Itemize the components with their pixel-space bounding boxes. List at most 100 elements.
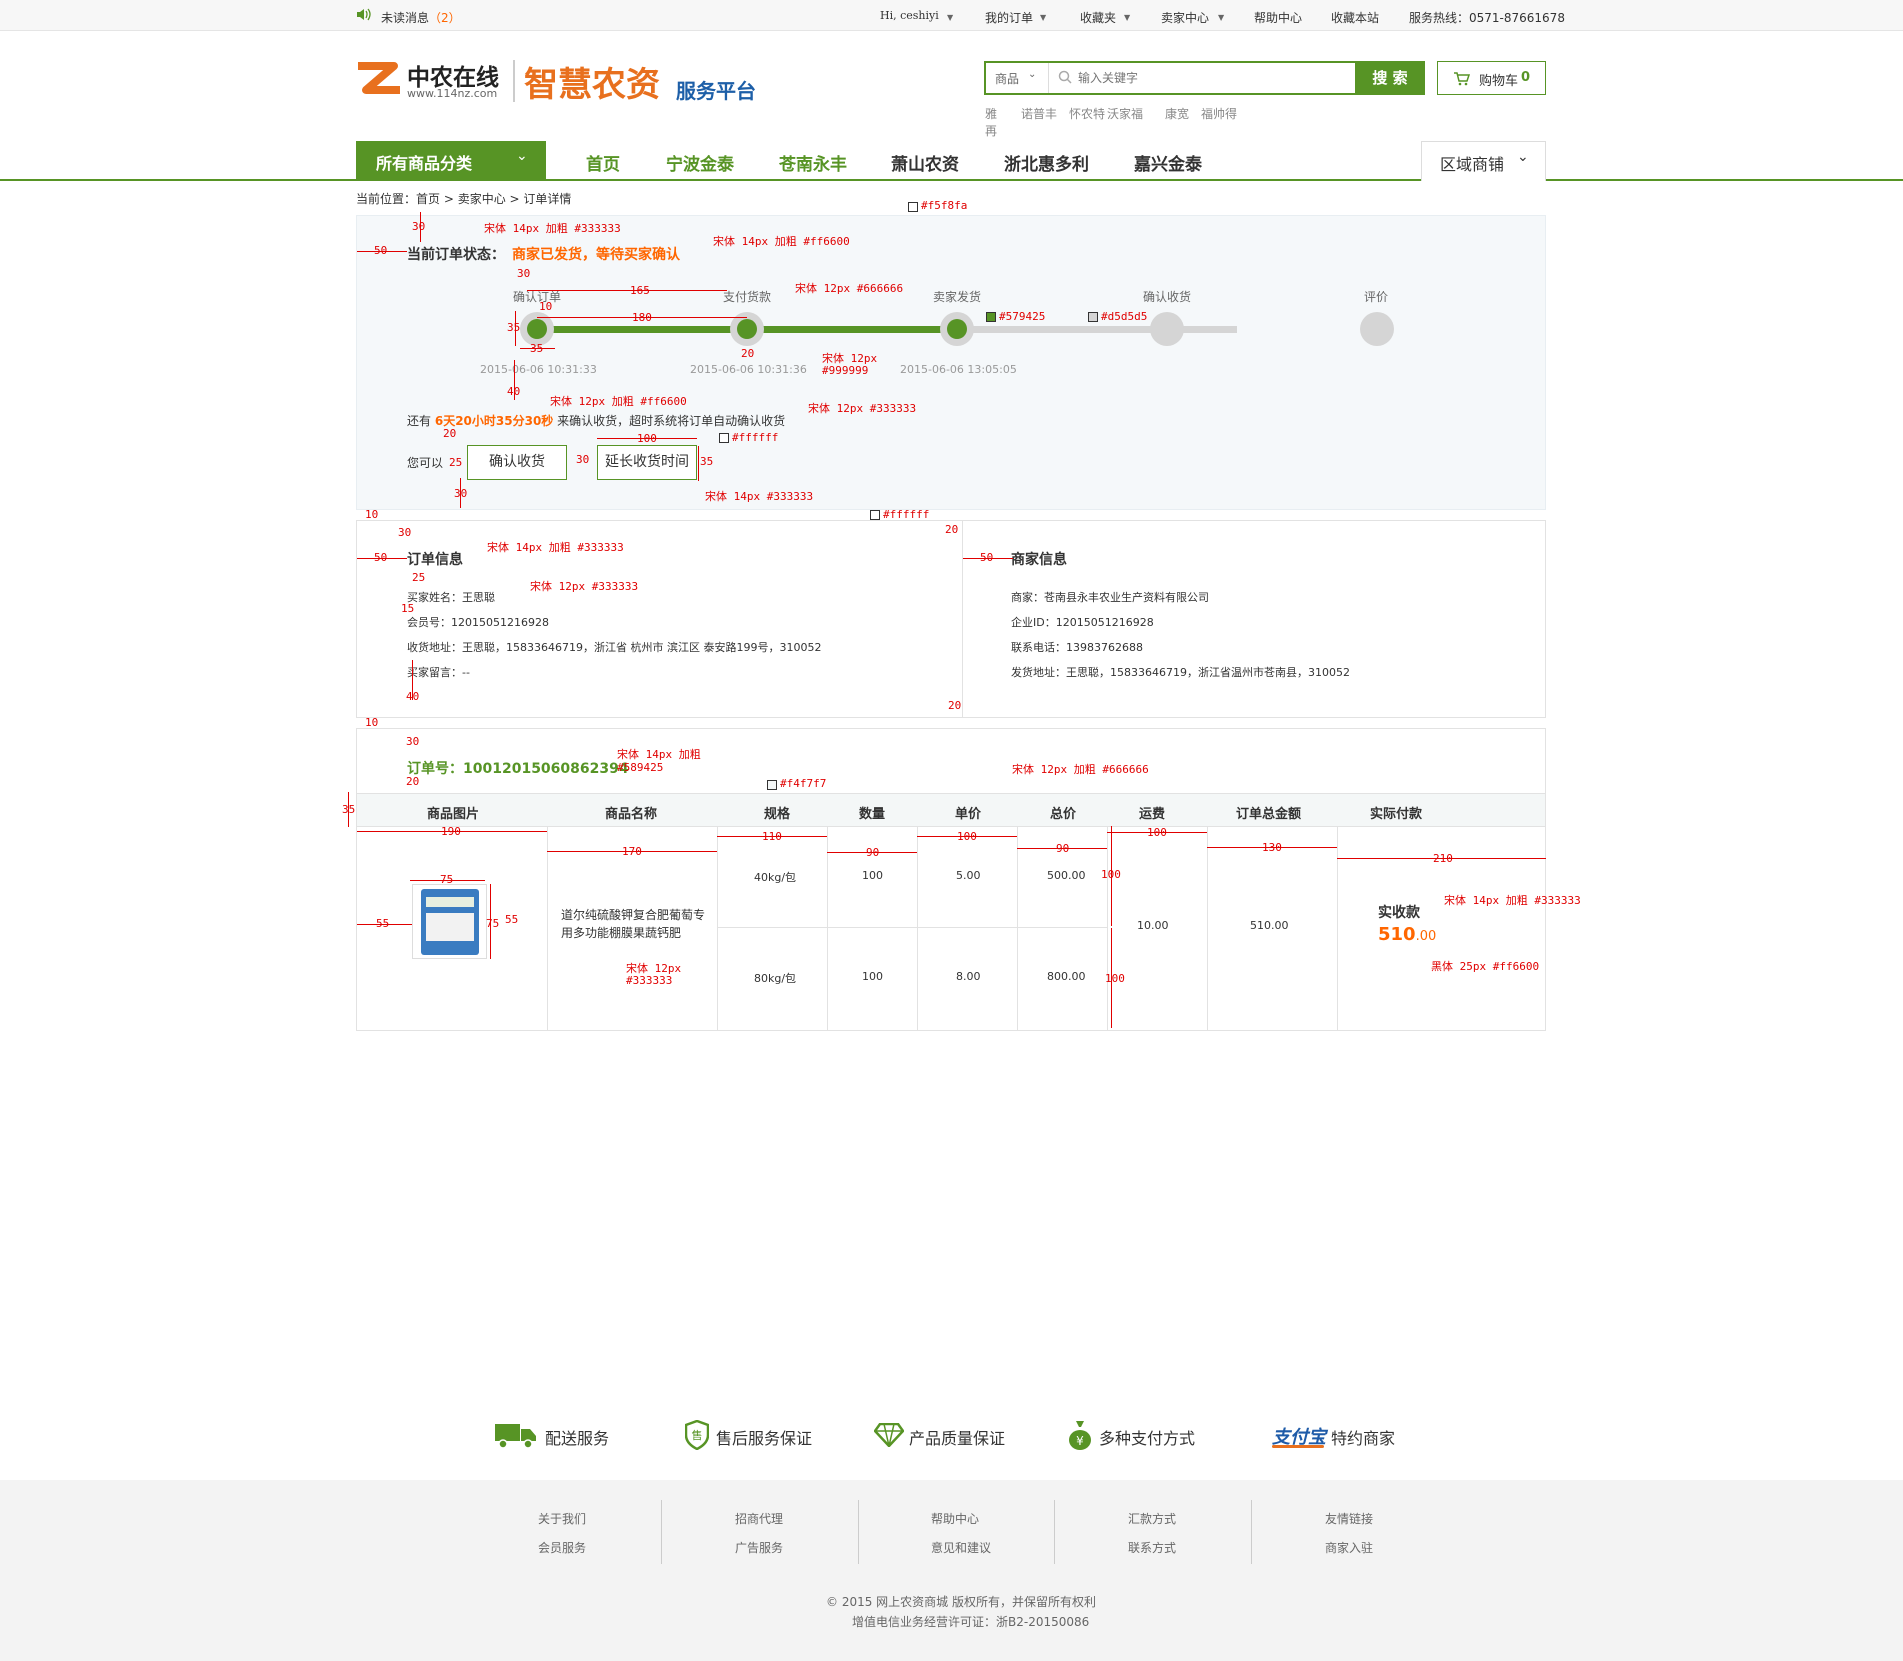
nav-link-xiaoshan[interactable]: 萧山农资 <box>891 150 959 175</box>
cart-label: 购物车 <box>1479 74 1519 89</box>
footer-link[interactable]: 友情链接 <box>1325 1510 1373 1527</box>
footer-link[interactable]: 商家入驻 <box>1325 1539 1373 1556</box>
shipping-fee-cell: 10.00 <box>1137 919 1169 932</box>
total-cell: 500.00 <box>1047 869 1086 882</box>
annotation: #579425 <box>999 310 1046 323</box>
dimension-label: 100 <box>957 830 977 843</box>
order-total-cell: 510.00 <box>1250 919 1289 932</box>
hot-keyword[interactable]: 雅再 <box>985 105 997 139</box>
annotation: 宋体 12px 加粗 #ff6600 <box>550 395 687 408</box>
logo-icon[interactable] <box>354 60 404 104</box>
chevron-down-icon[interactable]: ▼ <box>1040 13 1046 22</box>
footer-link[interactable]: 汇款方式 <box>1128 1510 1176 1527</box>
footer-link[interactable]: 广告服务 <box>735 1539 783 1556</box>
col-header: 总价 <box>1050 807 1077 822</box>
favorites-link[interactable]: 收藏夹 <box>1080 9 1116 26</box>
dimension-label: 30 <box>406 735 420 748</box>
nav-link-ningbo[interactable]: 宁波金泰 <box>666 150 734 175</box>
my-orders-link[interactable]: 我的订单 <box>985 9 1033 26</box>
dimension-label: 20 <box>945 523 959 536</box>
dimension-label: 30 <box>576 453 590 466</box>
seller-center-link[interactable]: 卖家中心 <box>1161 9 1209 26</box>
search-button[interactable]: 搜 索 <box>1355 61 1425 95</box>
step-circle-4 <box>1150 312 1184 346</box>
confirm-receipt-button[interactable]: 确认收货 <box>467 445 567 480</box>
step-label: 卖家发货 <box>933 290 982 304</box>
top-bar: 未读消息（2） Hi, ceshiyi ▼ 我的订单 ▼ 收藏夹 ▼ 卖家中心 … <box>0 0 1903 31</box>
annotation: #f5f8fa <box>921 199 968 212</box>
col-divider <box>1107 827 1108 1031</box>
breadcrumb: 当前位置：首页 > 卖家中心 > 订单详情 <box>356 190 571 207</box>
chevron-down-icon[interactable]: ⌄ <box>1517 149 1529 165</box>
dimension-label: 180 <box>632 311 652 324</box>
dimension-label: 100 <box>637 432 657 445</box>
annotation: 宋体 14px 加粗 #333333 <box>1444 894 1581 907</box>
service-label: 售后服务保证 <box>716 1429 813 1448</box>
breadcrumb-home[interactable]: 首页 <box>416 192 440 206</box>
dimension-label: 10 <box>365 716 379 729</box>
status-value: 商家已发货，等待买家确认 <box>512 247 680 263</box>
extend-receipt-button[interactable]: 延长收货时间 <box>597 445 697 480</box>
search-input[interactable] <box>1078 67 1328 89</box>
chevron-down-icon[interactable]: ▼ <box>947 13 953 22</box>
copyright-text: © 2015 网上农资商城 版权所有，并保留所有权利 <box>826 1595 1096 1609</box>
annotation: 宋体 14px #333333 <box>705 490 814 503</box>
annotation: #589425 <box>617 761 664 774</box>
help-center-link[interactable]: 帮助中心 <box>1254 9 1302 26</box>
footer-link[interactable]: 会员服务 <box>538 1539 586 1556</box>
nav-link-home[interactable]: 首页 <box>586 150 620 175</box>
product-image[interactable] <box>412 884 487 959</box>
nav-link-cangnan[interactable]: 苍南永丰 <box>779 150 847 175</box>
hot-keyword[interactable]: 沃家福 <box>1107 105 1143 122</box>
search-scope-select[interactable]: 商品 <box>995 70 1019 87</box>
unread-count: （2） <box>429 11 461 25</box>
color-swatch <box>908 202 918 212</box>
slogan-sub: 服务平台 <box>676 79 756 103</box>
footer-link[interactable]: 帮助中心 <box>931 1510 979 1527</box>
color-swatch <box>1088 312 1098 322</box>
dimension-label: 90 <box>1056 842 1070 855</box>
dimension-label: 35 <box>507 321 521 334</box>
footer-link[interactable]: 招商代理 <box>735 1510 783 1527</box>
all-categories-menu[interactable]: 所有商品分类 ⌄ <box>356 141 546 181</box>
nav-link-zhebei[interactable]: 浙北惠多利 <box>1004 150 1089 175</box>
hot-keyword[interactable]: 怀农特 <box>1069 105 1105 122</box>
annotation: #999999 <box>822 364 869 377</box>
all-categories-label[interactable]: 所有商品分类 <box>376 150 472 174</box>
unread-messages-link[interactable]: 未读消息（2） <box>381 9 461 26</box>
step-circle-5 <box>1360 312 1394 346</box>
footer-link[interactable]: 关于我们 <box>538 1510 586 1527</box>
chevron-down-icon[interactable]: ▼ <box>1218 13 1224 22</box>
spec-cell: 40kg/包 <box>754 871 797 884</box>
paid-dec: .00 <box>1415 929 1437 944</box>
merchant-info-title: 商家信息 <box>1011 552 1067 568</box>
user-greeting[interactable]: Hi, ceshiyi <box>880 9 939 22</box>
dimension-label: 20 <box>406 775 420 788</box>
annotation: 宋体 12px #333333 <box>808 402 917 415</box>
chevron-down-icon[interactable]: ▼ <box>1124 13 1130 22</box>
hot-keyword[interactable]: 诺普丰 <box>1021 105 1057 122</box>
chevron-down-icon[interactable]: ⌄ <box>1028 69 1036 80</box>
hot-keyword[interactable]: 福帅得 <box>1201 105 1237 122</box>
bookmark-link[interactable]: 收藏本站 <box>1331 9 1379 26</box>
region-shops-menu[interactable]: 区域商铺 ⌄ <box>1421 141 1546 181</box>
info-divider <box>962 521 963 717</box>
cart-button[interactable]: 购物车 0 <box>1437 61 1546 95</box>
breadcrumb-seller-center[interactable]: 卖家中心 <box>458 192 506 206</box>
product-name-link[interactable]: 道尔纯硫酸钾复合肥葡萄专用多功能棚膜果蔬钙肥 <box>561 906 707 942</box>
dimension-label: 35 <box>342 803 356 816</box>
dimension-label: 50 <box>374 244 388 257</box>
hotline-text: 服务热线：0571-87661678 <box>1409 11 1565 25</box>
dimension-label: 75 <box>486 917 500 930</box>
hot-keyword[interactable]: 康宽 <box>1165 105 1189 122</box>
footer-divider <box>858 1500 859 1564</box>
region-shops-label[interactable]: 区域商铺 <box>1440 151 1504 175</box>
chevron-down-icon[interactable]: ⌄ <box>516 148 528 164</box>
unread-label[interactable]: 未读消息 <box>381 11 429 25</box>
annotation: 宋体 12px 加粗 #666666 <box>1012 763 1149 776</box>
footer-link[interactable]: 意见和建议 <box>931 1539 991 1556</box>
footer-col: 关于我们 会员服务 <box>500 1500 662 1565</box>
nav-link-jiaxing[interactable]: 嘉兴金泰 <box>1134 150 1202 175</box>
footer-link[interactable]: 联系方式 <box>1128 1539 1176 1556</box>
annotation: 宋体 14px 加粗 #ff6600 <box>713 235 850 248</box>
